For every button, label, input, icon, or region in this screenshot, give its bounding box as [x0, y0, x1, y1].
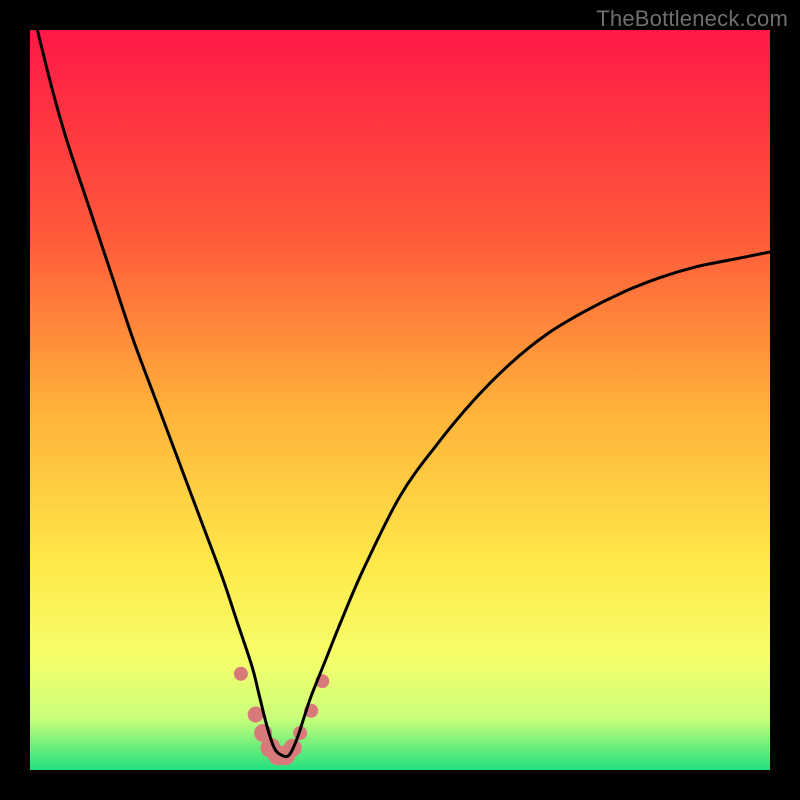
watermark-text: TheBottleneck.com — [596, 6, 788, 32]
marker-dot — [234, 667, 248, 681]
chart-frame: TheBottleneck.com — [0, 0, 800, 800]
bottleneck-chart — [30, 30, 770, 770]
plot-area — [30, 30, 770, 770]
gradient-background — [30, 30, 770, 770]
